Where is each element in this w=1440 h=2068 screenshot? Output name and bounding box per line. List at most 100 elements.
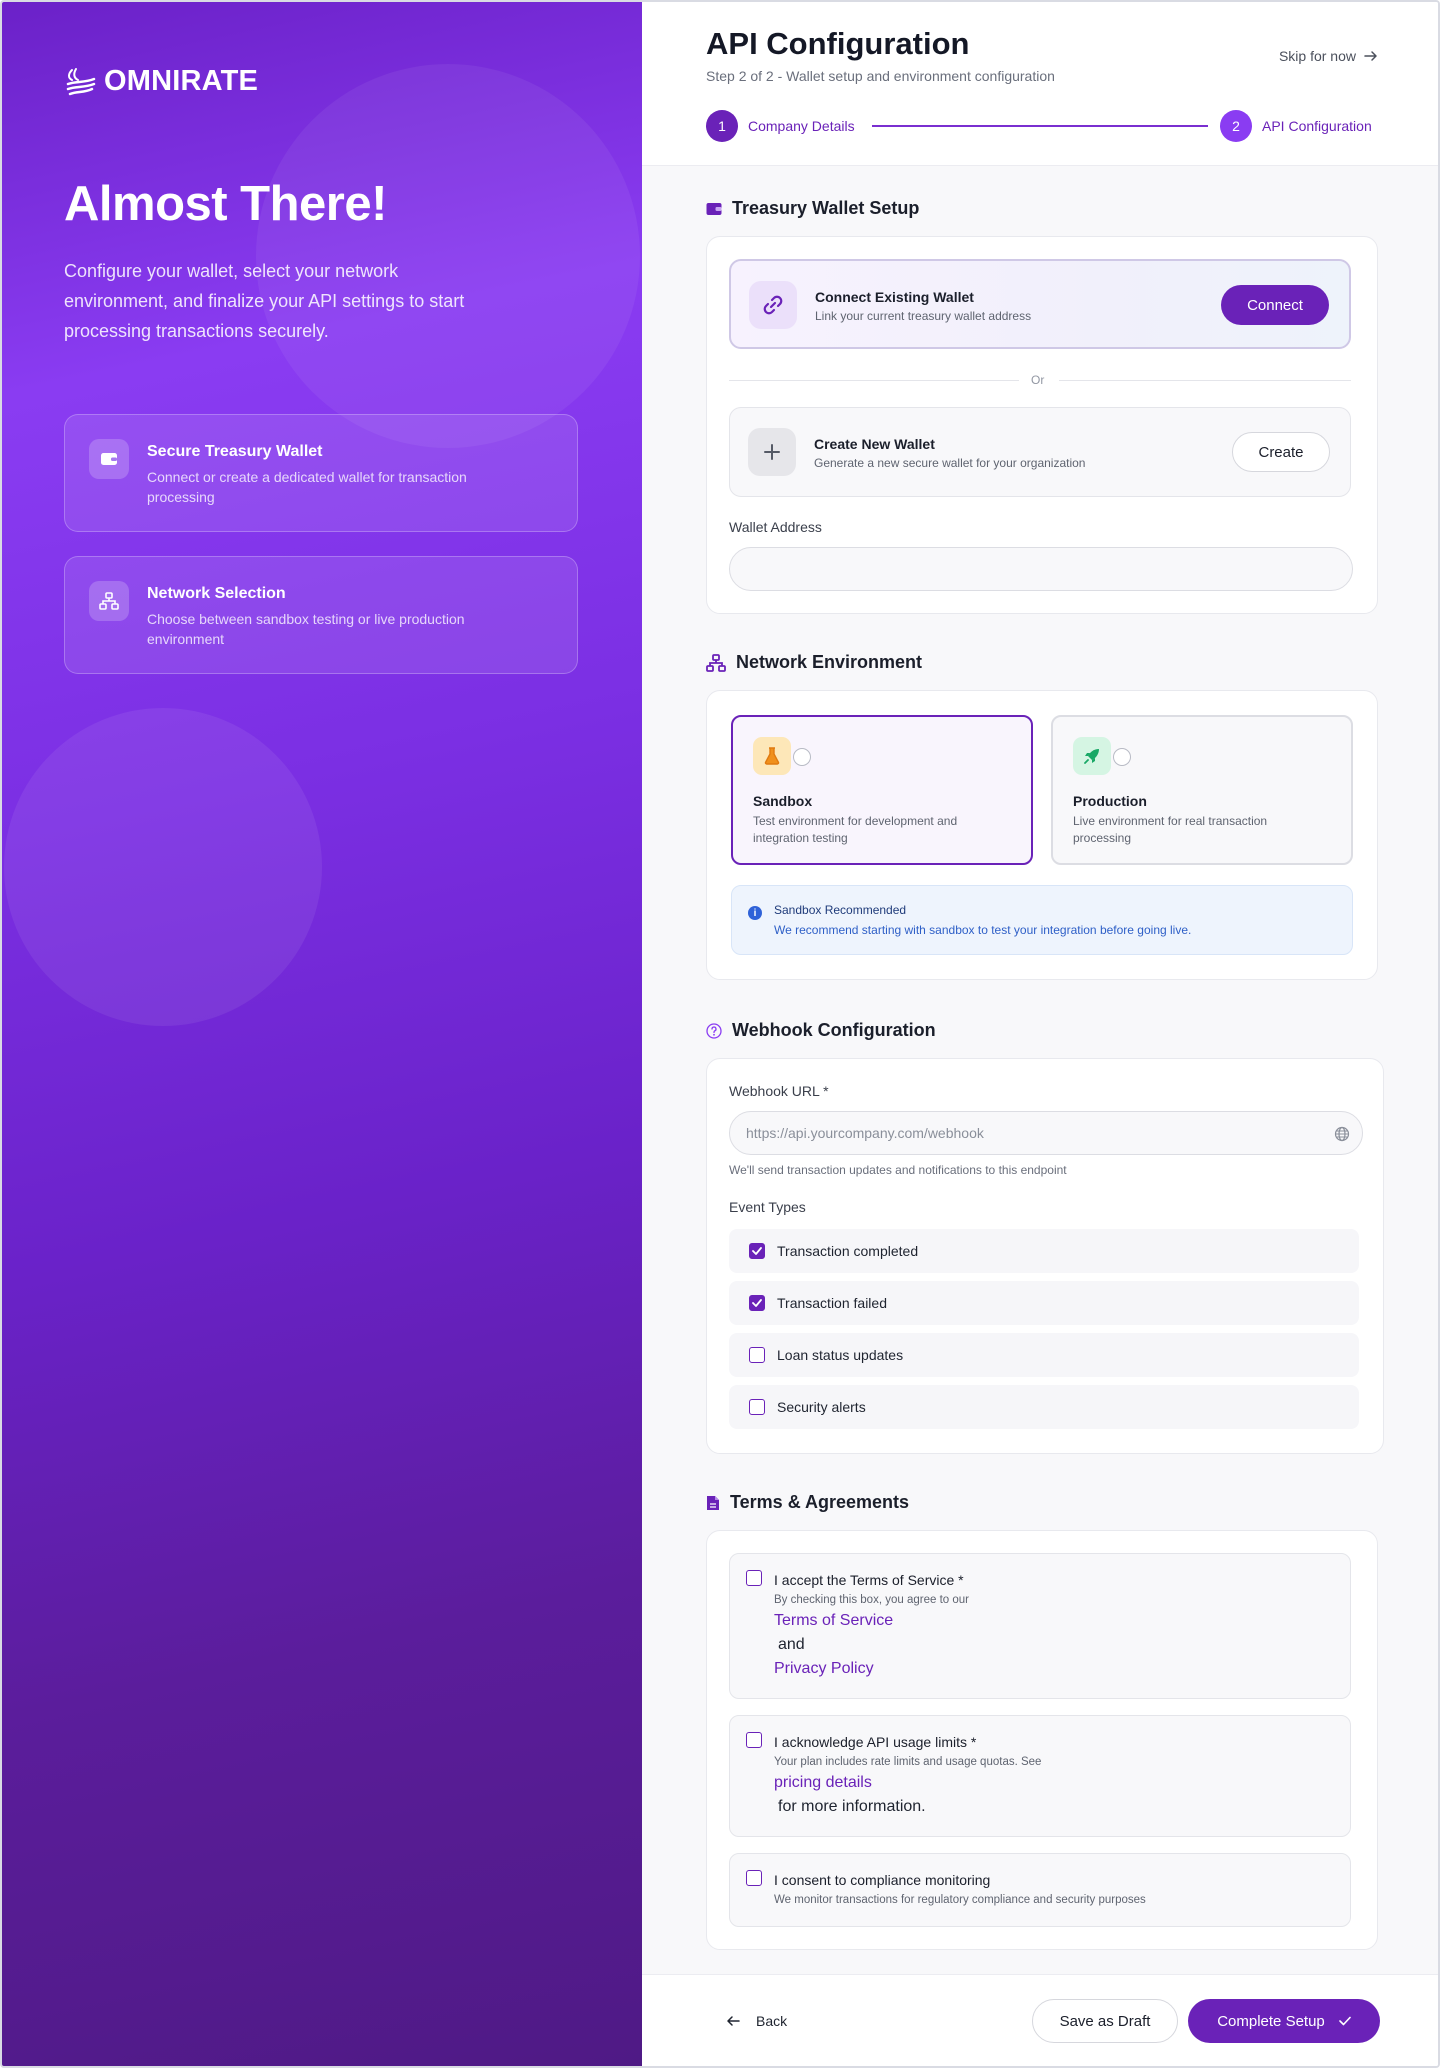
connect-button[interactable]: Connect [1221,285,1329,325]
sandbox-radio[interactable] [793,748,811,766]
production-radio[interactable] [1113,748,1131,766]
help-circle-icon [706,1022,722,1039]
brand-name: OMNIRATE [104,64,259,97]
event-label: Transaction completed [777,1243,919,1259]
term-title: I accept the Terms of Service * [774,1572,964,1588]
create-wallet-description: Generate a new secure wallet for your or… [814,456,1086,470]
compliance-consent: I consent to compliance monitoring We mo… [729,1853,1351,1927]
page-header: API Configuration Step 2 of 2 - Wallet s… [642,2,1438,166]
skip-link[interactable]: Skip for now [1279,48,1378,64]
skip-label: Skip for now [1278,48,1356,64]
term-joiner-text: and [778,1636,805,1653]
feature-description: Choose between sandbox testing or live p… [147,611,465,647]
rocket-icon [1073,737,1111,775]
wallet-icon [89,439,129,479]
page-subtitle: Step 2 of 2 - Wallet setup and environme… [706,68,1055,84]
omnirate-logo-icon [66,68,96,96]
arrow-right-icon [1364,51,1377,61]
term-title: I acknowledge API usage limits * [774,1734,977,1750]
event-option[interactable]: Transaction completed [729,1229,1359,1273]
sandbox-option[interactable]: Sandbox Test environment for development… [731,715,1033,865]
api-limits-checkbox[interactable] [746,1732,762,1748]
globe-icon [1334,1126,1350,1142]
arrow-left-icon [727,2016,740,2026]
link-icon [749,281,797,329]
privacy-policy-link[interactable]: Privacy Policy [774,1660,874,1678]
sandbox-title: Sandbox [753,793,813,809]
compliance-checkbox[interactable] [746,1870,762,1886]
connect-wallet-description: Link your current treasury wallet addres… [815,309,1032,323]
create-wallet-title: Create New Wallet [814,436,935,452]
info-icon: i [748,906,762,920]
event-option[interactable]: Transaction failed [729,1281,1359,1325]
webhook-url-label: Webhook URL * [729,1083,829,1099]
term-description: Your plan includes rate limits and usage… [774,1756,1042,1768]
section-title-text: Webhook Configuration [732,1020,936,1040]
feature-card-network: Network Selection Choose between sandbox… [64,556,578,674]
event-label: Transaction failed [777,1295,887,1311]
terms-checkbox[interactable] [746,1570,762,1586]
onboarding-side-panel: OMNIRATE Almost There! Configure your wa… [2,2,642,2066]
check-icon [1338,2016,1351,2026]
event-option[interactable]: Loan status updates [729,1333,1359,1377]
network-icon [706,653,726,672]
back-button[interactable]: Back [726,2013,787,2029]
event-label: Loan status updates [777,1347,904,1363]
feature-title: Secure Treasury Wallet [147,443,323,460]
pricing-details-link[interactable]: pricing details [774,1774,872,1792]
term-description: By checking this box, you agree to our [774,1594,969,1606]
section-title-text: Terms & Agreements [730,1492,910,1512]
brand-logo: OMNIRATE [64,64,258,98]
production-title: Production [1073,793,1147,809]
wallet-address-label: Wallet Address [729,519,822,535]
production-option[interactable]: Production Live environment for real tra… [1051,715,1353,865]
stepper-connector [872,125,1208,127]
section-title-text: Treasury Wallet Setup [732,198,920,218]
wallet-section-title: Treasury Wallet Setup [706,198,919,219]
terms-section-title: Terms & Agreements [706,1492,909,1513]
sandbox-recommendation-alert: i Sandbox Recommended We recommend start… [731,885,1353,955]
checkbox-unchecked[interactable] [749,1347,765,1363]
event-types-label: Event Types [729,1199,806,1215]
step-2-indicator: 2 [1220,110,1252,142]
event-option[interactable]: Security alerts [729,1385,1359,1429]
wallet-card: Connect Existing Wallet Link your curren… [706,236,1378,614]
webhook-section-title: Webhook Configuration [706,1020,936,1041]
term-description: We monitor transactions for regulatory c… [774,1894,1146,1906]
page-title: API Configuration [706,26,970,61]
terms-of-service-link[interactable]: Terms of Service [774,1612,893,1630]
create-wallet-option[interactable]: Create New Wallet Generate a new secure … [729,407,1351,497]
wallet-address-input[interactable] [729,547,1353,591]
create-button[interactable]: Create [1232,432,1330,472]
checkbox-unchecked[interactable] [749,1399,765,1415]
terms-of-service-agreement: I accept the Terms of Service * By check… [729,1553,1351,1699]
network-section-title: Network Environment [706,652,922,673]
connect-wallet-option[interactable]: Connect Existing Wallet Link your curren… [729,259,1351,349]
section-title-text: Network Environment [736,652,923,672]
decorative-circle [4,708,322,1026]
step-1-label: Company Details [748,118,855,134]
production-description: Live environment for real transaction pr… [1073,814,1268,845]
webhook-url-input[interactable]: https://api.yourcompany.com/webhook [729,1111,1363,1155]
or-label: Or [1031,373,1045,387]
checkbox-checked[interactable] [749,1295,765,1311]
back-label: Back [756,2013,788,2029]
network-card: Sandbox Test environment for development… [706,690,1378,980]
webhook-url-hint: We'll send transaction updates and notif… [729,1163,1067,1177]
complete-setup-button[interactable]: Complete Setup [1188,1999,1380,2043]
terms-card: I accept the Terms of Service * By check… [706,1530,1378,1950]
complete-setup-label: Complete Setup [1217,2012,1325,2030]
document-icon [707,1495,719,1510]
network-icon [89,581,129,621]
progress-stepper: 1 Company Details 2 API Configuration [706,110,1372,142]
form-footer: Back Save as Draft Complete Setup [642,1974,1438,2066]
webhook-card: Webhook URL * https://api.yourcompany.co… [706,1058,1384,1454]
flask-icon [753,737,791,775]
configuration-panel: API Configuration Step 2 of 2 - Wallet s… [642,2,1438,2066]
checkbox-checked[interactable] [749,1243,765,1259]
save-draft-button[interactable]: Save as Draft [1032,1999,1178,2043]
alert-title: Sandbox Recommended [774,903,907,917]
step-2-label: API Configuration [1262,118,1372,134]
feature-card-wallet: Secure Treasury Wallet Connect or create… [64,414,578,532]
alert-text: We recommend starting with sandbox to te… [774,923,1192,937]
